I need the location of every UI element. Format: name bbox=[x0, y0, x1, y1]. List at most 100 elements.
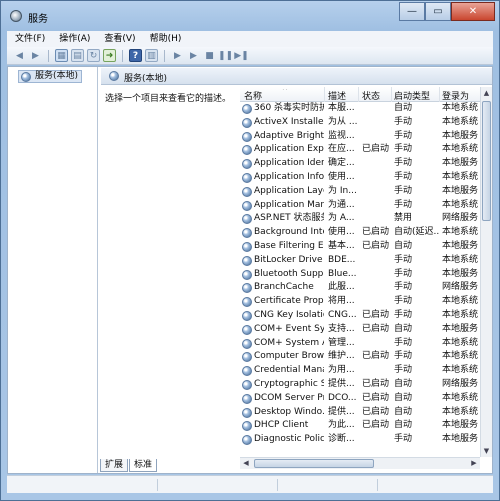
services-list: 名称 ^ 描述 状态 启动类型 登录为 360 杀毒实时防护... 本服... 自动… bbox=[240, 87, 492, 457]
restart-service-icon[interactable]: ▶❚ bbox=[234, 49, 248, 62]
service-startup-type: 自动 bbox=[394, 420, 413, 431]
service-log-on-as: 本地系统 bbox=[442, 392, 479, 403]
service-name: BranchCache bbox=[254, 282, 314, 293]
service-startup-type: 手动 bbox=[394, 310, 413, 320]
scroll-up-icon[interactable]: ▲ bbox=[481, 87, 492, 99]
column-divider[interactable] bbox=[324, 87, 325, 102]
console-icon[interactable]: ▥ bbox=[145, 49, 158, 62]
tab-extended[interactable]: 扩展 bbox=[100, 459, 129, 472]
gear-icon bbox=[242, 159, 252, 170]
menu-help[interactable]: 帮助(H) bbox=[142, 31, 188, 47]
horizontal-scrollbar[interactable]: ◀ ▶ bbox=[240, 457, 480, 469]
service-name: COM+ System A... bbox=[254, 337, 324, 348]
service-status: 已启动 bbox=[362, 420, 390, 431]
gear-icon bbox=[242, 352, 252, 363]
table-row[interactable]: Application Expe... 在应... 已启动手动 本地系统 bbox=[240, 143, 480, 157]
table-row[interactable]: CNG Key Isolation CNG... 已启动手动 本地系统 bbox=[240, 309, 480, 323]
tree-item-services-local[interactable]: 服务(本地) bbox=[18, 70, 83, 83]
scroll-down-icon[interactable]: ▼ bbox=[481, 445, 492, 457]
table-row[interactable]: ASP.NET 状态服务为 A... 禁用 网络服务 bbox=[240, 212, 480, 226]
table-row[interactable]: Certificate Propa... 将用... 手动 本地系统 bbox=[240, 295, 480, 309]
close-button[interactable]: ✕ bbox=[451, 2, 495, 21]
service-name: DCOM Server Pr... bbox=[254, 392, 324, 403]
scroll-left-icon[interactable]: ◀ bbox=[240, 458, 252, 469]
help-icon[interactable]: ? bbox=[129, 49, 142, 62]
service-log-on-as: 本地服务 bbox=[442, 130, 479, 141]
status-cell bbox=[157, 479, 277, 491]
service-log-on-as: 本地服务 bbox=[442, 434, 479, 445]
table-row[interactable]: Background Inte... 使用... 已启动自动(延迟...本地系统 bbox=[240, 226, 480, 240]
service-description: 确定... bbox=[328, 158, 355, 169]
service-name: DHCP Client bbox=[254, 420, 309, 431]
menu-view[interactable]: 查看(V) bbox=[96, 31, 141, 47]
table-row[interactable]: Computer Brow... 维护... 已启动手动 本地系统 bbox=[240, 350, 480, 364]
start-service-alt-icon[interactable]: ▶ bbox=[187, 49, 200, 62]
table-row[interactable]: DHCP Client 为此... 已启动 自动 本地服务 bbox=[240, 419, 480, 433]
pause-service-icon[interactable]: ❚❚ bbox=[218, 49, 233, 62]
service-description: 提供... bbox=[328, 406, 355, 417]
table-row[interactable]: Application Infor... 使用... 手动 本地系统 bbox=[240, 171, 480, 185]
column-header-startup-type[interactable]: 启动类型 bbox=[394, 89, 438, 102]
maximize-button[interactable]: ▭ bbox=[425, 2, 451, 21]
service-log-on-as: 本地服务 bbox=[442, 268, 479, 279]
column-header-name[interactable]: 名称 ^ bbox=[244, 89, 322, 102]
column-divider[interactable] bbox=[358, 87, 359, 102]
stop-service-icon[interactable]: ■ bbox=[203, 49, 216, 62]
column-header-log-on-as[interactable]: 登录为 bbox=[442, 89, 480, 102]
table-row[interactable]: Base Filtering En... 基本... 已启动自动 本地服务 bbox=[240, 240, 480, 254]
table-row[interactable]: BranchCache 此服... 手动 网络服务 bbox=[240, 281, 480, 295]
column-divider[interactable] bbox=[439, 87, 440, 102]
menu-action[interactable]: 操作(A) bbox=[51, 31, 96, 47]
tab-standard[interactable]: 标准 bbox=[129, 459, 158, 472]
scroll-right-icon[interactable]: ▶ bbox=[468, 458, 480, 469]
refresh-icon[interactable]: ↻ bbox=[87, 49, 100, 62]
service-startup-type: 手动 bbox=[394, 130, 413, 141]
export-list-icon[interactable]: ➜ bbox=[103, 49, 116, 62]
show-hide-tree-icon[interactable]: ▦ bbox=[55, 49, 68, 62]
table-row[interactable]: Bluetooth Supp... Blue... 手动 本地服务 bbox=[240, 268, 480, 282]
table-row[interactable]: 360 杀毒实时防护... 本服... 自动 本地系统 bbox=[240, 102, 480, 116]
table-row[interactable]: BitLocker Drive ... BDE... 手动 本地系统 bbox=[240, 254, 480, 268]
back-icon[interactable]: ◀ bbox=[13, 49, 26, 62]
start-service-icon[interactable]: ▶ bbox=[171, 49, 184, 62]
toolbar-separator bbox=[122, 49, 123, 62]
vertical-scroll-thumb[interactable] bbox=[482, 101, 491, 221]
service-log-on-as: 本地服务 bbox=[442, 323, 479, 334]
table-row[interactable]: DCOM Server Pr... DCO... 已启动自动 本地系统 bbox=[240, 392, 480, 406]
column-header-status[interactable]: 状态 bbox=[362, 89, 392, 102]
table-row[interactable]: Diagnostic Polic... 诊断... 手动 本地服务 bbox=[240, 433, 480, 447]
menu-file[interactable]: 文件(F) bbox=[7, 31, 51, 47]
table-row[interactable]: Application Man... 为通... 手动 本地系统 bbox=[240, 199, 480, 213]
gear-icon bbox=[242, 380, 252, 390]
service-log-on-as: 本地系统 bbox=[442, 199, 479, 210]
table-row[interactable]: Adaptive Brightn... 监视... 手动 本地服务 bbox=[240, 130, 480, 144]
vertical-scrollbar[interactable]: ▲ ▼ bbox=[480, 87, 492, 457]
service-name: Diagnostic Polic... bbox=[254, 434, 324, 445]
service-description: BDE... bbox=[328, 254, 356, 265]
table-row[interactable]: Cryptographic S... 提供... 已启动自动 网络服务 bbox=[240, 378, 480, 392]
table-row[interactable]: ActiveX Installer ... 为从 ... 手动 本地系统 bbox=[240, 116, 480, 130]
service-startup-type: 手动 bbox=[394, 351, 413, 362]
table-row[interactable]: COM+ System A... 管理... 手动 本地系统 bbox=[240, 337, 480, 351]
horizontal-scroll-thumb[interactable] bbox=[254, 459, 374, 468]
table-row[interactable]: Application Iden... 确定... 手动 本地服务 bbox=[240, 157, 480, 171]
service-log-on-as: 本地系统 bbox=[442, 103, 479, 113]
status-cell bbox=[377, 479, 487, 491]
service-status: 已启动 bbox=[362, 351, 390, 362]
service-description: 提供... bbox=[328, 379, 355, 389]
minimize-button[interactable]: — bbox=[399, 2, 425, 21]
column-header-description[interactable]: 描述 bbox=[328, 89, 358, 102]
forward-icon[interactable]: ▶ bbox=[29, 49, 42, 62]
gear-icon bbox=[242, 200, 252, 211]
service-startup-type: 禁用 bbox=[394, 213, 413, 224]
table-row[interactable]: COM+ Event Sys... 支持... 已启动自动 本地服务 bbox=[240, 323, 480, 337]
table-row[interactable]: Credential Mana... 为用... 手动 本地系统 bbox=[240, 364, 480, 378]
gear-icon bbox=[242, 407, 252, 418]
table-row[interactable]: Application Laye... 为 In... 手动 本地服务 bbox=[240, 185, 480, 199]
status-bar bbox=[7, 475, 493, 493]
column-divider[interactable] bbox=[391, 87, 392, 102]
properties-icon[interactable]: ▤ bbox=[71, 49, 84, 62]
service-startup-type: 手动 bbox=[394, 337, 413, 348]
sort-ascending-icon: ^ bbox=[282, 89, 288, 95]
table-row[interactable]: Desktop Windo... 提供... 已启动 自动 本地系统 bbox=[240, 406, 480, 420]
